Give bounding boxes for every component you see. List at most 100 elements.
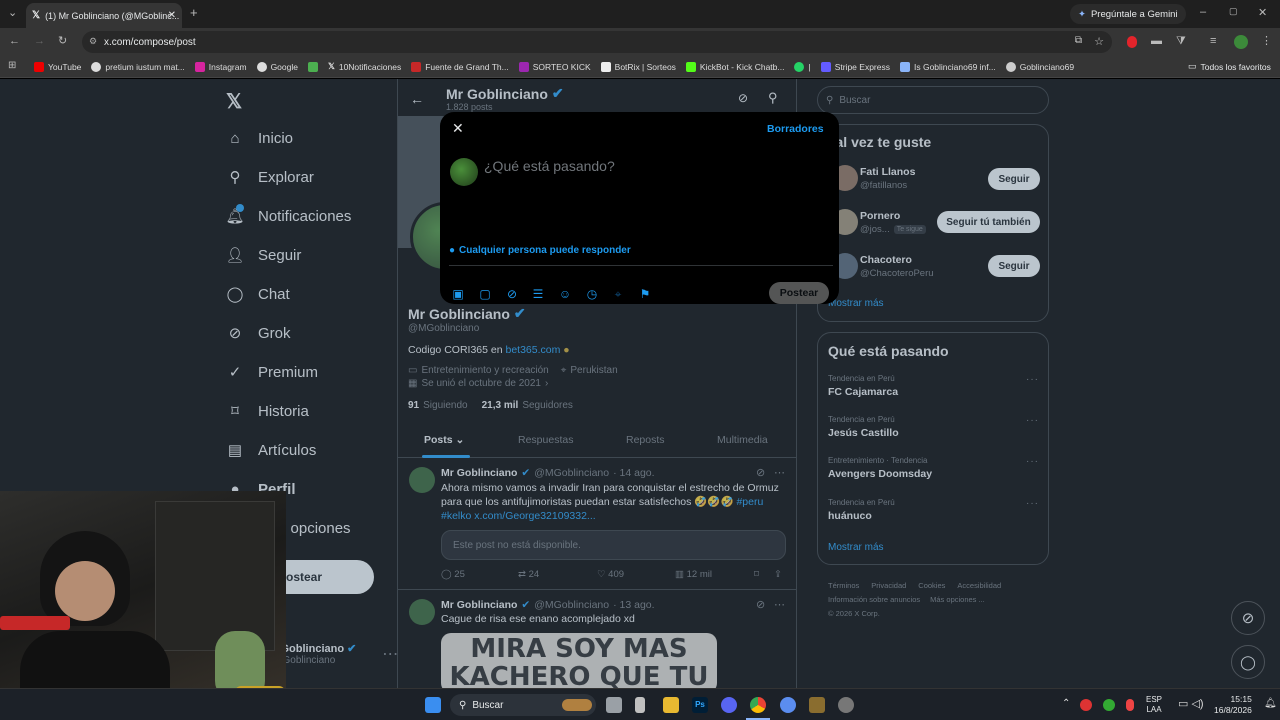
webcam-cabinet bbox=[155, 501, 275, 651]
home-icon bbox=[899, 61, 910, 72]
app-icon[interactable] bbox=[838, 697, 854, 713]
windows-start-icon[interactable] bbox=[425, 697, 441, 713]
bookmark-goblinciano-info[interactable]: Is Goblinciano69 inf... bbox=[899, 61, 996, 72]
extension-icon[interactable]: ▬ bbox=[1151, 35, 1162, 47]
url-text: x.com/compose/post bbox=[104, 36, 196, 48]
webcam-person-face bbox=[55, 561, 115, 621]
location-icon[interactable]: ⌖ bbox=[611, 287, 625, 301]
bookmark-star-icon[interactable]: ☆ bbox=[1094, 35, 1104, 48]
pinwheel-icon bbox=[307, 61, 318, 72]
file-explorer-icon[interactable] bbox=[663, 697, 679, 713]
poll-icon[interactable]: ☰ bbox=[531, 287, 545, 301]
photoshop-icon[interactable]: Ps bbox=[692, 697, 708, 713]
tab-title: (1) Mr Goblinciano (@MGoblinc... bbox=[45, 10, 180, 21]
schedule-icon[interactable]: ◷ bbox=[585, 287, 599, 301]
tray-icon[interactable] bbox=[1080, 699, 1092, 711]
windows-taskbar: ⚲ Buscar Ps ⌃ ESP LAA ▭ ◁) 15:15 16/8/2026 … bbox=[0, 688, 1280, 720]
media-icon[interactable]: ▣ bbox=[451, 287, 465, 301]
compose-modal: ✕ Borradores ¿Qué está pasando? ● Cualqui… bbox=[440, 112, 839, 304]
app-icon[interactable] bbox=[780, 697, 796, 713]
bookmark-stripe[interactable]: Stripe Express bbox=[820, 61, 890, 72]
close-icon[interactable]: ✕ bbox=[452, 120, 464, 137]
extensions-puzzle-icon[interactable]: ⧩ bbox=[1176, 35, 1186, 48]
back-icon[interactable]: ← bbox=[9, 35, 20, 47]
extension-red-icon[interactable] bbox=[1127, 36, 1137, 48]
bookmark-pinwheel[interactable] bbox=[307, 61, 318, 72]
compose-divider bbox=[449, 265, 833, 266]
bookmark-kickbot[interactable]: KickBot - Kick Chatb... bbox=[685, 61, 784, 72]
network-volume-icon[interactable]: ▭ ◁) bbox=[1178, 697, 1204, 710]
new-tab-icon[interactable]: + bbox=[190, 5, 198, 20]
discord-icon[interactable] bbox=[721, 697, 737, 713]
taskbar-search[interactable]: ⚲ Buscar bbox=[450, 694, 596, 716]
f-icon bbox=[411, 61, 422, 72]
browser-toolbar: ← → ↻ ⚙ x.com/compose/post ⧉ ☆ ▬ ⧩ ≡ ⋮ bbox=[0, 28, 1280, 56]
google-icon bbox=[91, 61, 102, 72]
reload-icon[interactable]: ↻ bbox=[58, 34, 67, 47]
bookmark-10notificaciones[interactable]: 𝕏 10Notificaciones bbox=[328, 61, 401, 72]
stripe-icon bbox=[820, 61, 831, 72]
notification-bell-icon[interactable]: 🔔︎ bbox=[1264, 698, 1277, 709]
reading-list-icon[interactable]: ≡ bbox=[1210, 35, 1216, 47]
webcam-microphone bbox=[0, 616, 70, 630]
search-highlight-icon bbox=[562, 699, 592, 711]
instagram-icon bbox=[194, 61, 205, 72]
game-icon[interactable] bbox=[809, 697, 825, 713]
bookmark-google[interactable]: Google bbox=[256, 61, 298, 72]
drafts-button[interactable]: Borradores bbox=[767, 123, 824, 135]
whatsapp-icon bbox=[794, 61, 805, 72]
youtube-icon bbox=[34, 61, 44, 72]
compose-textarea[interactable]: ¿Qué está pasando? bbox=[484, 158, 824, 218]
tab-list-icon[interactable]: ⌄ bbox=[8, 6, 17, 19]
profile-avatar-icon[interactable] bbox=[1234, 35, 1248, 49]
maximize-icon[interactable]: ▢ bbox=[1229, 6, 1238, 17]
tray-icon[interactable] bbox=[1103, 699, 1115, 711]
apps-grid-icon[interactable]: ⊞ bbox=[8, 60, 16, 71]
kickbot-icon bbox=[685, 61, 696, 72]
window-close-icon[interactable]: ✕ bbox=[1258, 6, 1267, 19]
bookmark-whatsapp[interactable]: | bbox=[794, 61, 811, 72]
flag-icon[interactable]: ⚑ bbox=[638, 287, 652, 301]
chrome-icon[interactable] bbox=[750, 697, 766, 713]
sorteo-icon bbox=[518, 61, 529, 72]
menu-kebab-icon[interactable]: ⋮ bbox=[1261, 34, 1272, 47]
clock[interactable]: 15:15 16/8/2026 bbox=[1214, 694, 1252, 716]
install-app-icon[interactable]: ⧉ bbox=[1075, 35, 1082, 46]
bookmark-pretium[interactable]: pretium iustum mat... bbox=[91, 61, 185, 72]
language-indicator[interactable]: ESP LAA bbox=[1146, 695, 1162, 715]
bookmark-sorteo-kick[interactable]: SORTEO KICK bbox=[518, 61, 591, 72]
google-icon bbox=[256, 61, 267, 72]
x-icon: 𝕏 bbox=[327, 61, 335, 71]
minimize-icon[interactable]: – bbox=[1200, 6, 1206, 18]
bookmark-goblinciano69[interactable]: Goblinciano69 bbox=[1005, 61, 1074, 72]
gemini-icon: ✦ bbox=[1078, 8, 1086, 20]
app-icon[interactable] bbox=[635, 697, 645, 713]
emoji-icon[interactable]: ☺ bbox=[558, 287, 572, 301]
bookmark-grand-theft[interactable]: Fuente de Grand Th... bbox=[411, 61, 509, 72]
microphone-icon[interactable] bbox=[1126, 699, 1134, 711]
x-favicon-icon: 𝕏 bbox=[32, 10, 41, 21]
globe-icon: ● bbox=[449, 245, 456, 256]
compose-avatar[interactable] bbox=[450, 158, 478, 186]
gemini-button[interactable]: ✦ Pregúntale a Gemini bbox=[1070, 4, 1186, 24]
all-bookmarks[interactable]: ▭ Todos los favoritos bbox=[1188, 61, 1271, 72]
bookmark-instagram[interactable]: Instagram bbox=[194, 61, 247, 72]
tray-chevron-icon[interactable]: ⌃ bbox=[1062, 698, 1070, 709]
forward-icon[interactable]: → bbox=[34, 35, 45, 47]
compose-post-button[interactable]: Postear bbox=[769, 282, 829, 304]
gemini-label: Pregúntale a Gemini bbox=[1090, 8, 1178, 20]
bookmark-youtube[interactable]: YouTube bbox=[34, 61, 81, 72]
gif-icon[interactable]: ▢ bbox=[478, 287, 492, 301]
webcam-overlay bbox=[0, 491, 286, 720]
search-icon: ⚲ bbox=[459, 699, 467, 711]
address-bar[interactable]: ⚙ x.com/compose/post ⧉ ☆ bbox=[82, 31, 1112, 53]
reply-settings-button[interactable]: ● Cualquier persona puede responder bbox=[449, 245, 631, 256]
task-view-icon[interactable] bbox=[606, 697, 622, 713]
browser-tab[interactable]: 𝕏 (1) Mr Goblinciano (@MGoblinc... ✕ bbox=[26, 3, 182, 28]
browser-tab-bar: ⌄ 𝕏 (1) Mr Goblinciano (@MGoblinc... ✕ +… bbox=[0, 0, 1280, 28]
bookmark-botrix[interactable]: BotRix | Sorteos bbox=[600, 61, 676, 72]
grok-compose-icon[interactable]: ⊘ bbox=[505, 287, 519, 301]
site-info-icon[interactable]: ⚙ bbox=[89, 36, 97, 47]
tab-close-icon[interactable]: ✕ bbox=[168, 10, 176, 21]
folder-icon: ▭ bbox=[1188, 61, 1197, 71]
